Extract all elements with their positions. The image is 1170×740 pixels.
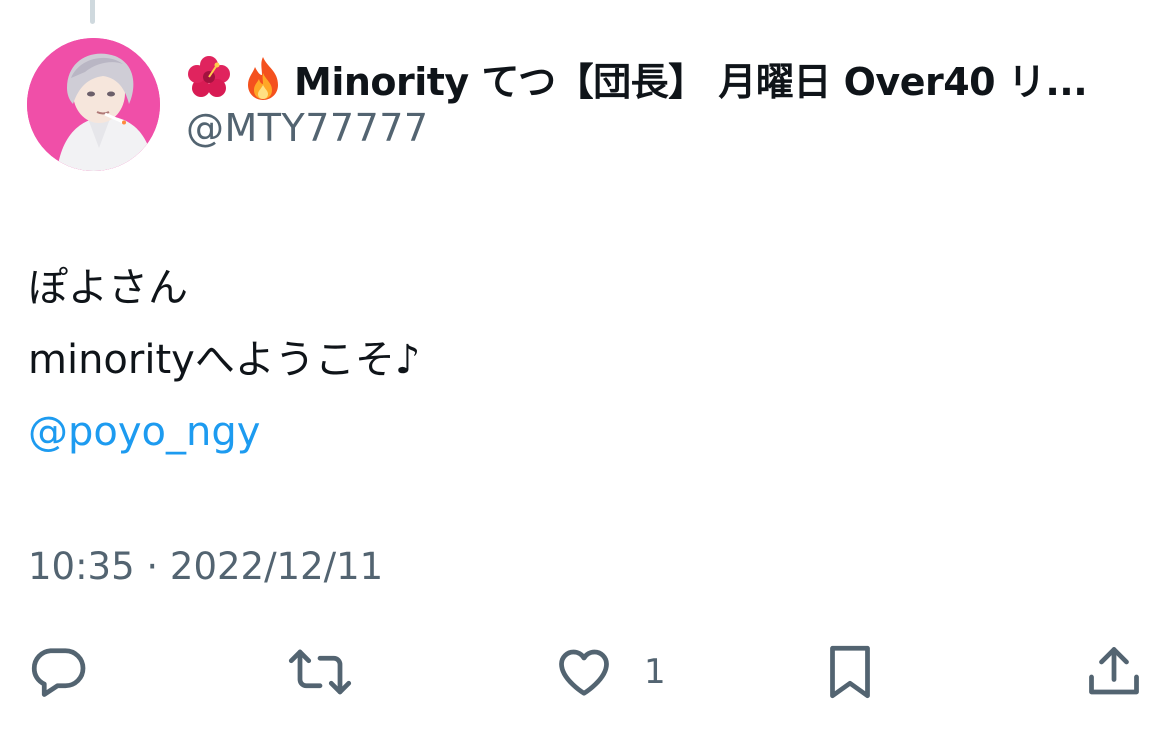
fire-emoji-icon: [240, 55, 286, 101]
reply-button[interactable]: [28, 640, 88, 704]
author-name-row[interactable]: Minority てつ【団長】 月曜日 Over40 リ...: [186, 50, 1141, 106]
share-icon: [1084, 642, 1144, 702]
retweet-button[interactable]: [287, 640, 353, 704]
action-bar: 1: [0, 640, 1170, 704]
avatar[interactable]: [27, 38, 160, 171]
reply-icon: [28, 642, 88, 702]
tweet-text: ぽよさん minorityへようこそ♪ @poyo_ngy: [28, 252, 420, 468]
share-button[interactable]: [1084, 640, 1144, 704]
author-display-name[interactable]: Minority てつ【団長】 月曜日 Over40 リ...: [294, 51, 1141, 106]
heart-icon: [554, 642, 614, 702]
author-handle[interactable]: @MTY77777: [186, 106, 429, 150]
like-count: 1: [644, 652, 666, 692]
thread-connector-line: [90, 0, 95, 24]
like-button[interactable]: 1: [554, 640, 666, 704]
hibiscus-emoji-icon: [186, 55, 232, 101]
bookmark-button[interactable]: [820, 640, 880, 704]
mention-link[interactable]: @poyo_ngy: [28, 396, 420, 468]
retweet-icon: [287, 642, 353, 702]
tweet-text-line: ぽよさん: [28, 265, 188, 311]
bookmark-icon: [820, 642, 880, 702]
tweet-timestamp[interactable]: 10:35 · 2022/12/11: [28, 545, 383, 588]
tweet-text-line: minorityへようこそ♪: [28, 337, 421, 383]
